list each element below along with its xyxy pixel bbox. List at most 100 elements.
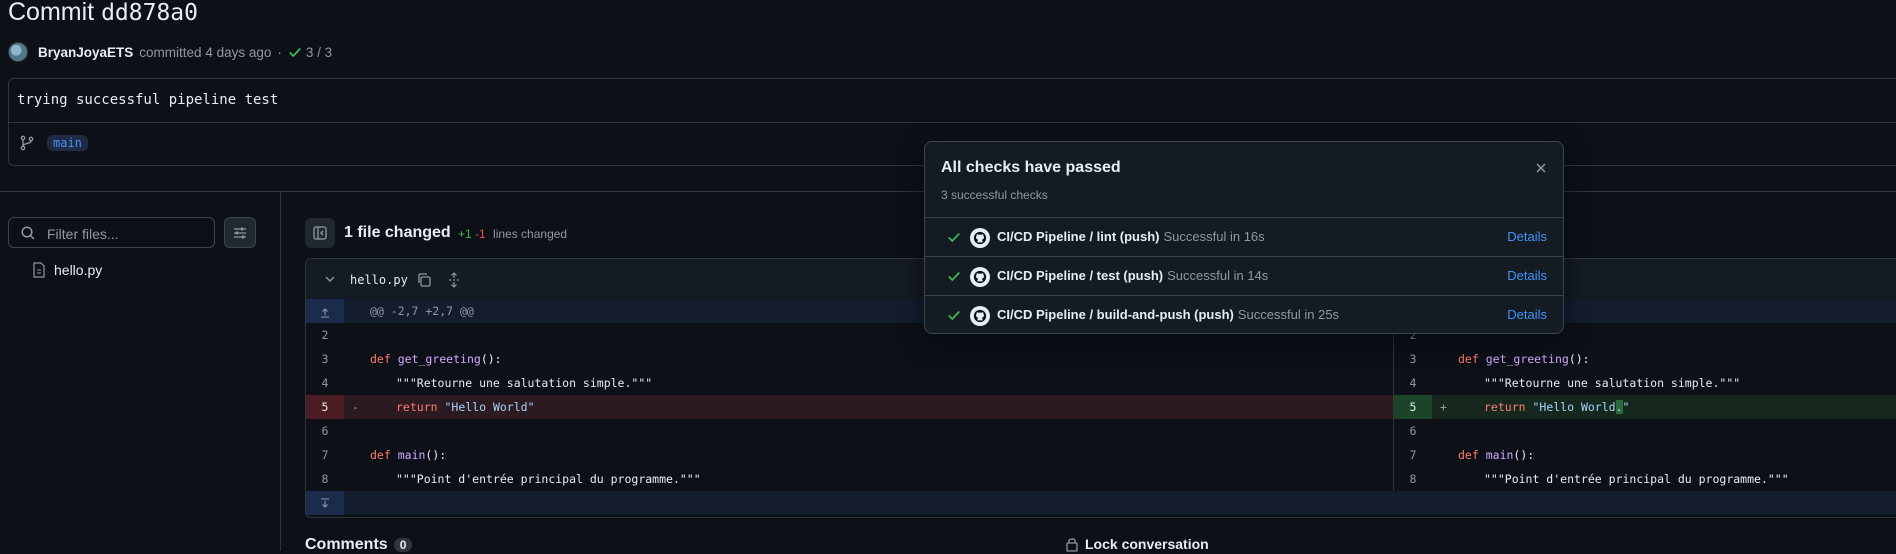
copy-icon[interactable] [416, 272, 432, 288]
expand-down-row [306, 491, 1896, 515]
diff-row: 7 def main(): 7 def main(): [306, 443, 1896, 467]
sidebar-collapse-icon [313, 226, 327, 240]
deletion-marker: - [352, 400, 359, 414]
search-icon [21, 226, 35, 240]
unfold-icon[interactable] [446, 272, 462, 288]
github-icon [970, 228, 990, 248]
toggle-file-tree-button[interactable] [305, 218, 335, 248]
check-run-name[interactable]: CI/CD Pipeline / lint (push) Successful i… [997, 229, 1265, 244]
line-number[interactable]: 8 [1394, 467, 1432, 491]
checks-popover: All checks have passed 3 successful chec… [924, 141, 1564, 334]
code-line: def get_greeting(): [1458, 352, 1590, 366]
check-run-status: Successful in 16s [1163, 229, 1265, 244]
details-link[interactable]: Details [1507, 307, 1547, 322]
code-line: def main(): [1458, 448, 1535, 462]
commit-message: trying successful pipeline test [17, 92, 279, 108]
avatar[interactable] [8, 42, 28, 62]
line-number[interactable]: 3 [1394, 347, 1432, 371]
additions-count: +1 [458, 227, 472, 241]
line-number[interactable]: 8 [306, 467, 344, 491]
title-prefix: Commit [8, 0, 95, 26]
expand-down-icon [321, 497, 329, 508]
check-run-status: Successful in 14s [1167, 268, 1269, 283]
github-icon [970, 306, 990, 326]
diff-row: 4 """Retourne une salutation simple.""" … [306, 371, 1896, 395]
file-tree-item[interactable]: hello.py [32, 262, 102, 278]
expand-down-button[interactable] [306, 491, 344, 515]
checks-popover-subtitle: 3 successful checks [941, 188, 1048, 202]
check-icon [289, 47, 301, 58]
github-icon [970, 267, 990, 287]
check-run-status: Successful in 25s [1237, 307, 1340, 322]
check-icon [948, 232, 960, 243]
details-link[interactable]: Details [1507, 229, 1547, 244]
commit-hash: dd878a0 [101, 0, 198, 26]
check-icon [948, 310, 960, 321]
added-code-line: return "Hello World." [1484, 400, 1630, 414]
checks-popover-title: All checks have passed [941, 159, 1121, 176]
files-changed-count: 1 file changed [344, 224, 451, 241]
comments-count: 0 [393, 538, 413, 552]
line-number[interactable]: 2 [306, 323, 344, 347]
line-number[interactable]: 5 [1394, 395, 1432, 419]
lines-changed-label: lines changed [493, 227, 568, 241]
diffstat: +1 -1 lines changed [458, 227, 567, 241]
deletions-count: -1 [475, 227, 486, 241]
lock-icon [1066, 538, 1078, 552]
filter-files-input[interactable] [45, 223, 209, 245]
line-number[interactable]: 3 [306, 347, 344, 371]
hunk-header: @@ -2,7 +2,7 @@ [370, 304, 474, 318]
code-line: """Retourne une salutation simple.""" [396, 376, 653, 390]
line-number[interactable]: 7 [306, 443, 344, 467]
meta-separator: · [277, 44, 282, 60]
filter-files-field[interactable] [8, 217, 215, 248]
file-tree-settings-button[interactable] [224, 217, 256, 248]
expand-up-icon [321, 307, 329, 318]
author-link[interactable]: BryanJoyaETS [38, 45, 133, 60]
committed-text: committed 4 days ago [139, 44, 272, 60]
line-number[interactable]: 6 [306, 419, 344, 443]
sidebar-divider [280, 191, 281, 551]
code-line: def get_greeting(): [370, 352, 502, 366]
lock-conversation-label: Lock conversation [1085, 536, 1209, 552]
page-title: Commit dd878a0 [8, 0, 198, 27]
checks-status-button[interactable]: 3 / 3 [288, 45, 332, 60]
line-number[interactable]: 4 [1394, 371, 1432, 395]
code-line: """Point d'entrée principal du programme… [396, 472, 701, 486]
sliders-icon [234, 227, 246, 238]
checks-count: 3 / 3 [305, 44, 333, 60]
line-number[interactable]: 5 [306, 395, 344, 419]
divider [9, 122, 1896, 123]
check-icon [948, 271, 960, 282]
diff-row: 8 """Point d'entrée principal du program… [306, 467, 1896, 491]
diff-row: 6 6 [306, 419, 1896, 443]
addition-marker: + [1440, 400, 1447, 414]
line-number[interactable]: 4 [306, 371, 344, 395]
line-number[interactable]: 7 [1394, 443, 1432, 467]
diff-row: 3 def get_greeting(): 3 def get_greeting… [306, 347, 1896, 371]
details-link[interactable]: Details [1507, 268, 1547, 283]
code-line: """Point d'entrée principal du programme… [1484, 472, 1789, 486]
close-button[interactable] [1531, 158, 1551, 178]
line-number[interactable]: 6 [1394, 419, 1432, 443]
check-run-name[interactable]: CI/CD Pipeline / build-and-push (push) Su… [997, 307, 1339, 322]
code-line: def main(): [370, 448, 447, 462]
deleted-code-line: return "Hello World" [396, 400, 535, 414]
commit-meta: BryanJoyaETS committed 4 days ago · 3 / … [8, 42, 332, 62]
chevron-down-icon[interactable] [324, 273, 336, 285]
diff-row-changed: 5 - return "Hello World" 5 + return "Hel… [306, 395, 1896, 419]
check-run-row: CI/CD Pipeline / build-and-push (push) Su… [925, 295, 1563, 333]
check-run-row: CI/CD Pipeline / test (push) Successful i… [925, 256, 1563, 295]
branch-icon [20, 135, 34, 151]
branch-label[interactable]: main [47, 135, 88, 151]
check-run-row: CI/CD Pipeline / lint (push) Successful i… [925, 217, 1563, 256]
file-icon [33, 262, 45, 278]
file-tree-item-label: hello.py [54, 262, 103, 278]
code-line: """Retourne une salutation simple.""" [1484, 376, 1741, 390]
check-run-name[interactable]: CI/CD Pipeline / test (push) Successful i… [997, 268, 1268, 283]
comments-label: Comments [305, 536, 388, 553]
close-icon [1536, 163, 1546, 173]
diff-filename[interactable]: hello.py [350, 273, 408, 287]
lock-conversation-button[interactable]: Lock conversation [1065, 536, 1209, 552]
expand-up-button[interactable] [306, 299, 344, 323]
